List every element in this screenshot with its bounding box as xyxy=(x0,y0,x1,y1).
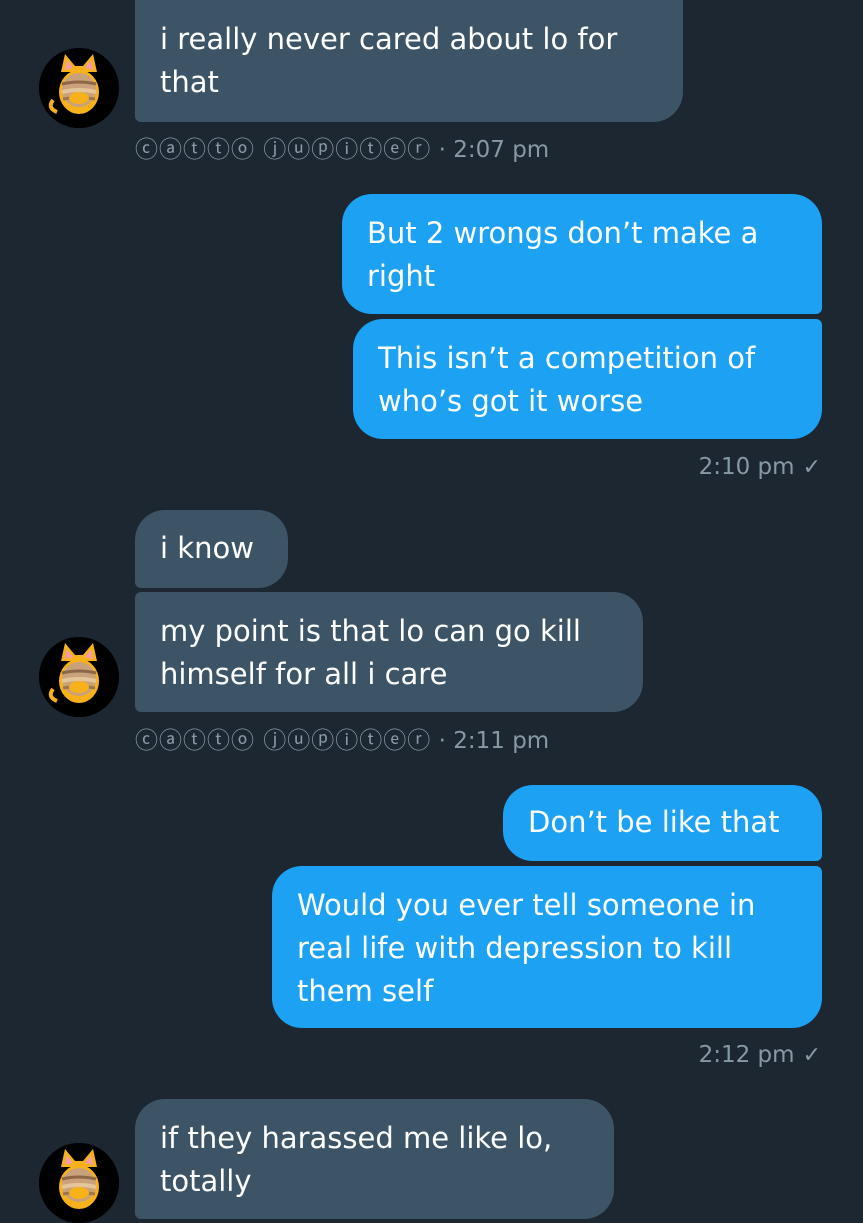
timestamp: 2:12 pm xyxy=(698,1042,795,1068)
message-bubble-incoming[interactable]: my point is that lo can go kill himself … xyxy=(135,592,643,712)
message-text: But 2 wrongs don’t make a right xyxy=(367,216,759,293)
message-meta: 2:12 pm ✓ xyxy=(699,1040,821,1071)
timestamp: · 2:11 pm xyxy=(438,728,550,754)
read-check-icon: ✓ xyxy=(802,455,821,480)
message-meta: ⓒⓐⓣⓣⓞ ⓙⓤⓟⓘⓣⓔⓡ · 2:11 pm xyxy=(135,726,549,756)
avatar[interactable] xyxy=(39,637,119,717)
message-text: i know xyxy=(160,531,254,565)
timestamp: 2:10 pm xyxy=(698,454,795,480)
cat-jupiter-avatar-icon xyxy=(39,48,119,128)
message-bubble-outgoing[interactable]: But 2 wrongs don’t make a right xyxy=(342,194,822,314)
timestamp: · 2:07 pm xyxy=(438,137,550,163)
message-text: Don’t be like that xyxy=(528,805,780,839)
message-meta: 2:10 pm ✓ xyxy=(699,452,821,483)
cat-jupiter-avatar-icon xyxy=(39,1143,119,1223)
message-text: my point is that lo can go kill himself … xyxy=(160,614,581,691)
avatar[interactable] xyxy=(39,1143,119,1223)
cat-jupiter-avatar-icon xyxy=(39,637,119,717)
message-meta: ⓒⓐⓣⓣⓞ ⓙⓤⓟⓘⓣⓔⓡ · 2:07 pm xyxy=(135,135,549,165)
message-bubble-incoming[interactable]: i really never cared about lo for that xyxy=(135,0,683,122)
message-bubble-outgoing[interactable]: Would you ever tell someone in real life… xyxy=(272,866,822,1028)
message-text: This isn’t a competition of who’s got it… xyxy=(378,341,756,418)
read-check-icon: ✓ xyxy=(802,1043,821,1068)
message-bubble-incoming[interactable]: if they harassed me like lo, totally xyxy=(135,1099,614,1219)
message-text: if they harassed me like lo, totally xyxy=(160,1121,553,1198)
sender-name: ⓒⓐⓣⓣⓞ ⓙⓤⓟⓘⓣⓔⓡ xyxy=(135,137,432,163)
avatar[interactable] xyxy=(39,48,119,128)
message-bubble-outgoing[interactable]: This isn’t a competition of who’s got it… xyxy=(353,319,822,439)
message-bubble-incoming[interactable]: i know xyxy=(135,510,288,588)
message-bubble-outgoing[interactable]: Don’t be like that xyxy=(503,785,822,861)
sender-name: ⓒⓐⓣⓣⓞ ⓙⓤⓟⓘⓣⓔⓡ xyxy=(135,728,432,754)
message-text: Would you ever tell someone in real life… xyxy=(297,888,756,1008)
message-text: i really never cared about lo for that xyxy=(160,22,618,99)
